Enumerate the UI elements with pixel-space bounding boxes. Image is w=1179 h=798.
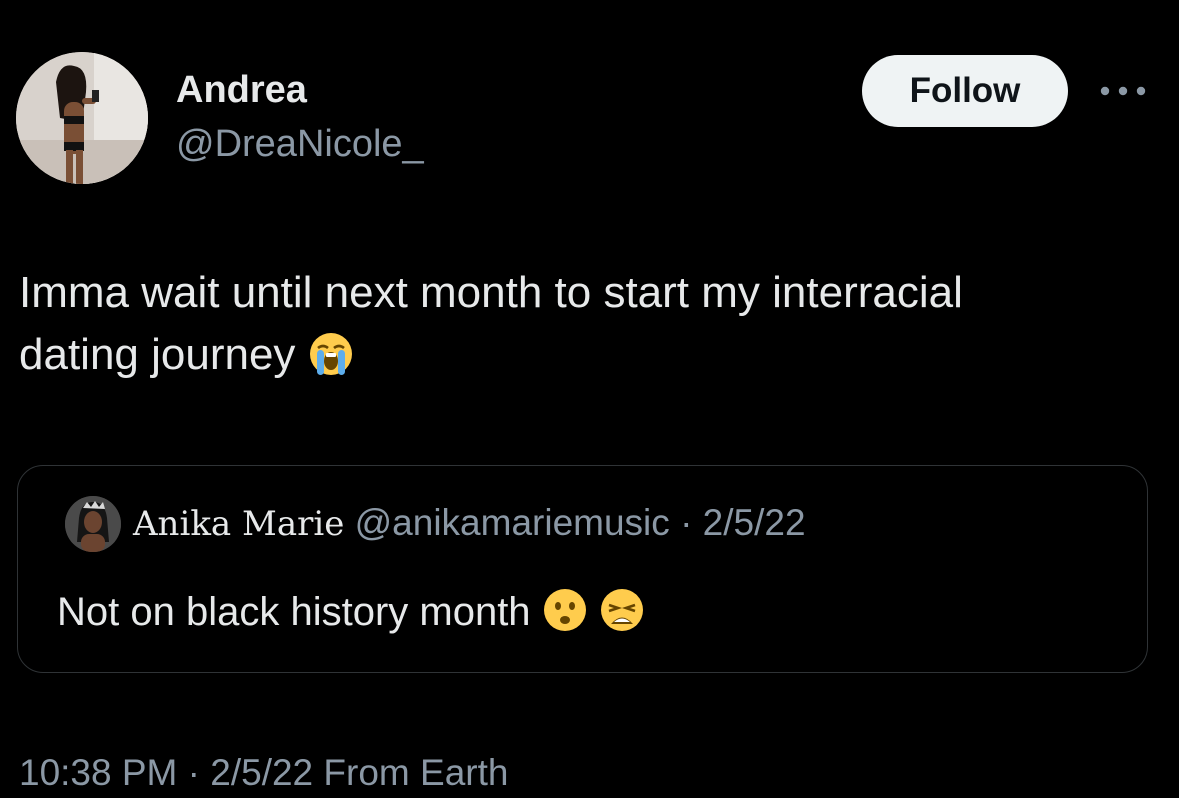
meta-separator: · — [187, 752, 200, 793]
profile-photo-icon — [16, 52, 148, 184]
tweet-date[interactable]: 2/5/22 — [210, 752, 313, 793]
frowning-face-emoji-icon — [543, 589, 586, 631]
more-options-button[interactable] — [1094, 78, 1152, 104]
tweet-time[interactable]: 10:38 PM — [19, 752, 177, 793]
tweet-text-line-1: Imma wait until next month to start my i… — [19, 268, 963, 317]
quote-author-handle[interactable]: @anikamariemusic — [355, 502, 670, 543]
quote-text: Not on black history month — [57, 584, 645, 640]
quoted-tweet-card[interactable]: Anika Marie @anikamariemusic · 2/5/22 No… — [17, 465, 1148, 673]
quote-date[interactable]: 2/5/22 — [703, 502, 806, 543]
quote-text-content: Not on black history month — [57, 590, 531, 634]
quote-profile-photo-icon — [65, 496, 121, 552]
quote-header: Anika Marie @anikamariemusic · 2/5/22 — [133, 500, 806, 547]
tweet-text: Imma wait until next month to start my i… — [19, 262, 1169, 386]
follow-button[interactable]: Follow — [862, 55, 1068, 127]
tweet-text-line-2: dating journey — [19, 330, 296, 379]
quote-author-avatar[interactable] — [65, 496, 121, 552]
tweet-metadata: 10:38 PM · 2/5/22 From Earth — [19, 750, 508, 796]
quote-separator: · — [680, 502, 693, 543]
more-dots-icon — [1100, 86, 1146, 96]
weary-face-emoji-icon — [600, 589, 643, 631]
quote-author-name[interactable]: Anika Marie — [133, 504, 344, 544]
author-handle[interactable]: @DreaNicole_ — [176, 122, 424, 166]
tweet-source: From Earth — [323, 752, 509, 793]
author-display-name[interactable]: Andrea — [176, 68, 307, 112]
author-avatar[interactable] — [16, 52, 148, 184]
loudly-crying-face-emoji-icon — [309, 333, 352, 375]
